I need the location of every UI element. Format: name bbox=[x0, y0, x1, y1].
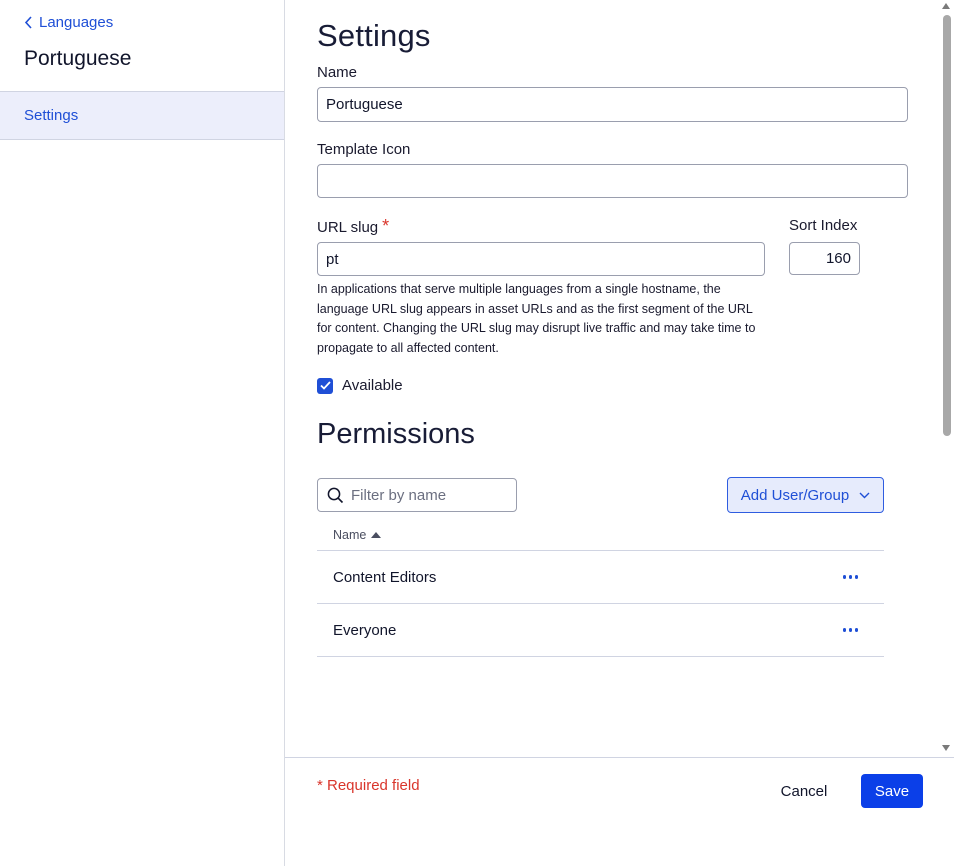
scroll-down-arrow-icon[interactable] bbox=[942, 745, 950, 751]
permissions-heading: Permissions bbox=[317, 418, 475, 450]
table-header: Name bbox=[317, 528, 884, 551]
table-row: Everyone bbox=[317, 604, 884, 657]
template-icon-input[interactable] bbox=[317, 164, 908, 198]
row-name: Content Editors bbox=[333, 568, 437, 586]
main-scrollbar[interactable] bbox=[939, 0, 954, 757]
form-footer: * Required field Cancel Save bbox=[285, 757, 954, 866]
back-to-languages-link[interactable]: Languages bbox=[24, 14, 113, 31]
main-content: Settings Name Portuguese Template Icon U… bbox=[285, 0, 954, 757]
name-input[interactable]: Portuguese bbox=[317, 87, 908, 122]
available-label: Available bbox=[342, 377, 403, 394]
required-field-note: * Required field bbox=[317, 777, 420, 794]
chevron-down-icon bbox=[859, 492, 870, 498]
sidebar: Languages Portuguese Settings bbox=[0, 0, 285, 866]
sidebar-item-settings[interactable]: Settings bbox=[0, 91, 284, 140]
add-user-group-label: Add User/Group bbox=[740, 486, 850, 504]
url-slug-label-text: URL slug bbox=[317, 219, 379, 236]
row-name: Everyone bbox=[333, 621, 397, 639]
sidebar-title: Portuguese bbox=[24, 47, 132, 70]
url-slug-label: URL slug * bbox=[317, 216, 389, 237]
cancel-button[interactable]: Cancel bbox=[768, 774, 840, 808]
required-asterisk: * bbox=[382, 216, 390, 236]
search-icon bbox=[327, 487, 344, 503]
template-icon-label: Template Icon bbox=[317, 141, 411, 158]
scrollbar-thumb[interactable] bbox=[943, 15, 951, 436]
save-button[interactable]: Save bbox=[861, 774, 923, 808]
sort-ascending-icon[interactable] bbox=[371, 532, 382, 538]
sort-index-label: Sort Index bbox=[789, 217, 858, 234]
scroll-up-arrow-icon[interactable] bbox=[942, 3, 950, 9]
filter-placeholder: Filter by name bbox=[351, 486, 447, 504]
add-user-group-button[interactable]: Add User/Group bbox=[727, 477, 884, 513]
checkmark-icon bbox=[319, 381, 331, 390]
settings-heading: Settings bbox=[317, 18, 431, 53]
name-label: Name bbox=[317, 64, 358, 81]
available-checkbox[interactable] bbox=[317, 377, 333, 394]
back-link-label: Languages bbox=[39, 14, 114, 31]
more-actions-icon[interactable] bbox=[839, 571, 863, 583]
table-row: Content Editors bbox=[317, 551, 884, 604]
url-slug-input[interactable]: pt bbox=[317, 242, 765, 276]
url-slug-help-text: In applications that serve multiple lang… bbox=[317, 282, 756, 355]
column-header-name[interactable]: Name bbox=[333, 528, 366, 542]
sort-index-input[interactable]: 160 bbox=[789, 242, 860, 275]
available-checkbox-row[interactable]: Available bbox=[317, 377, 403, 394]
chevron-left-icon bbox=[24, 16, 32, 29]
more-actions-icon[interactable] bbox=[839, 624, 863, 636]
filter-input[interactable]: Filter by name bbox=[317, 478, 517, 512]
